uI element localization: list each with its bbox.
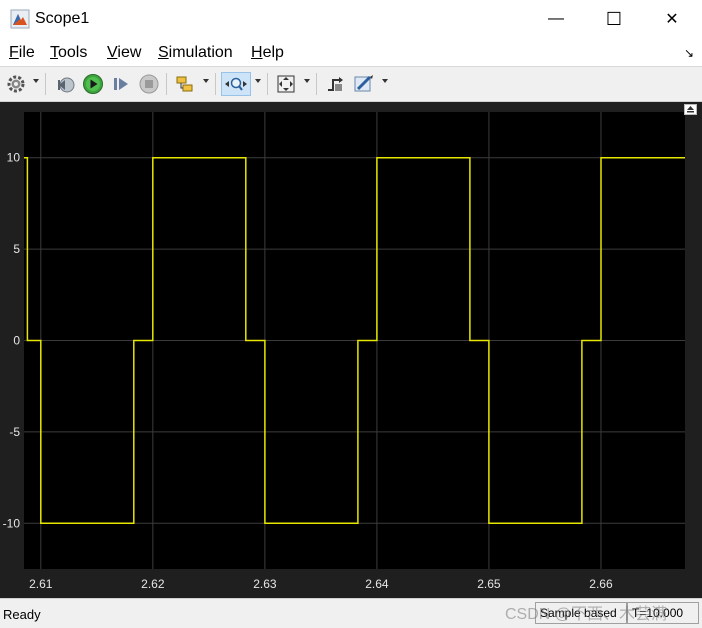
menu-help[interactable]: Help (251, 44, 284, 62)
zoom-x-icon (225, 77, 247, 91)
fit-view-icon (277, 75, 295, 93)
signal-select-button[interactable] (174, 72, 196, 96)
signal-select-icon (176, 76, 193, 92)
x-tick-label: 2.63 (253, 577, 277, 591)
chevron-down-icon[interactable] (382, 79, 388, 83)
y-tick-label: 10 (7, 151, 21, 165)
minimize-button[interactable]: — (527, 0, 585, 38)
highlight-icon (354, 75, 373, 92)
x-tick-label: 2.66 (589, 577, 613, 591)
step-back-icon (58, 77, 75, 93)
stop-button[interactable] (138, 72, 160, 96)
x-tick-labels: 2.61 2.62 2.63 2.64 2.65 2.66 (29, 577, 613, 591)
watermark: CSDN @不西、木芸满 (505, 606, 668, 623)
close-icon: ✕ (665, 11, 679, 28)
y-tick-labels: -10 -5 0 5 10 (3, 151, 21, 531)
toolbar-separator (166, 73, 167, 95)
y-tick-label: 0 (13, 334, 20, 348)
toolbar-separator (316, 73, 317, 95)
triggers-button[interactable] (324, 72, 346, 96)
maximize-icon: ☐ (605, 8, 623, 29)
toolbar-separator (267, 73, 268, 95)
highlight-button[interactable] (352, 72, 376, 96)
maximize-axes-icon (687, 106, 694, 113)
title-bar: Scope1 — ☐ ✕ (0, 0, 702, 38)
y-tick-label: -10 (3, 516, 21, 530)
menu-file[interactable]: File (9, 44, 35, 62)
matlab-scope-icon (10, 9, 30, 29)
axes-maximize-button[interactable] (684, 104, 697, 115)
scope-display[interactable]: -10 -5 0 5 10 2.61 2.62 2.63 2.64 2.65 2.66 (0, 102, 702, 598)
undock-icon[interactable]: ↘ (684, 46, 694, 60)
x-tick-label: 2.61 (29, 577, 53, 591)
window-title: Scope1 (35, 10, 90, 27)
step-forward-button[interactable] (110, 72, 132, 96)
settings-button[interactable] (5, 72, 27, 96)
menu-view[interactable]: View (107, 44, 141, 62)
chevron-down-icon[interactable] (33, 79, 39, 83)
stop-icon (139, 74, 159, 94)
close-button[interactable]: ✕ (643, 0, 701, 38)
x-tick-label: 2.62 (141, 577, 165, 591)
run-button[interactable] (82, 72, 104, 96)
menu-tools[interactable]: Tools (50, 44, 87, 62)
fit-view-button[interactable] (274, 72, 298, 96)
zoom-x-button[interactable] (221, 72, 251, 96)
triggers-icon (328, 77, 343, 91)
run-icon (83, 74, 103, 94)
menu-bar: File Tools View Simulation Help ↘ (0, 38, 702, 66)
minimize-icon: — (548, 10, 564, 27)
x-tick-label: 2.65 (477, 577, 501, 591)
status-ready: Ready (3, 607, 41, 622)
x-tick-label: 2.64 (365, 577, 389, 591)
y-tick-label: -5 (9, 425, 20, 439)
menu-simulation[interactable]: Simulation (158, 44, 233, 62)
maximize-button[interactable]: ☐ (585, 0, 643, 38)
toolbar-separator (45, 73, 46, 95)
toolbar-separator (215, 73, 216, 95)
chevron-down-icon[interactable] (304, 79, 310, 83)
chevron-down-icon[interactable] (255, 79, 261, 83)
scope-plot: -10 -5 0 5 10 2.61 2.62 2.63 2.64 2.65 2.66 (3, 112, 685, 591)
chevron-down-icon[interactable] (203, 79, 209, 83)
gear-icon (7, 75, 25, 93)
y-tick-label: 5 (13, 242, 20, 256)
step-back-button[interactable] (55, 72, 77, 96)
toolbar (0, 66, 702, 102)
step-forward-icon (114, 78, 128, 90)
